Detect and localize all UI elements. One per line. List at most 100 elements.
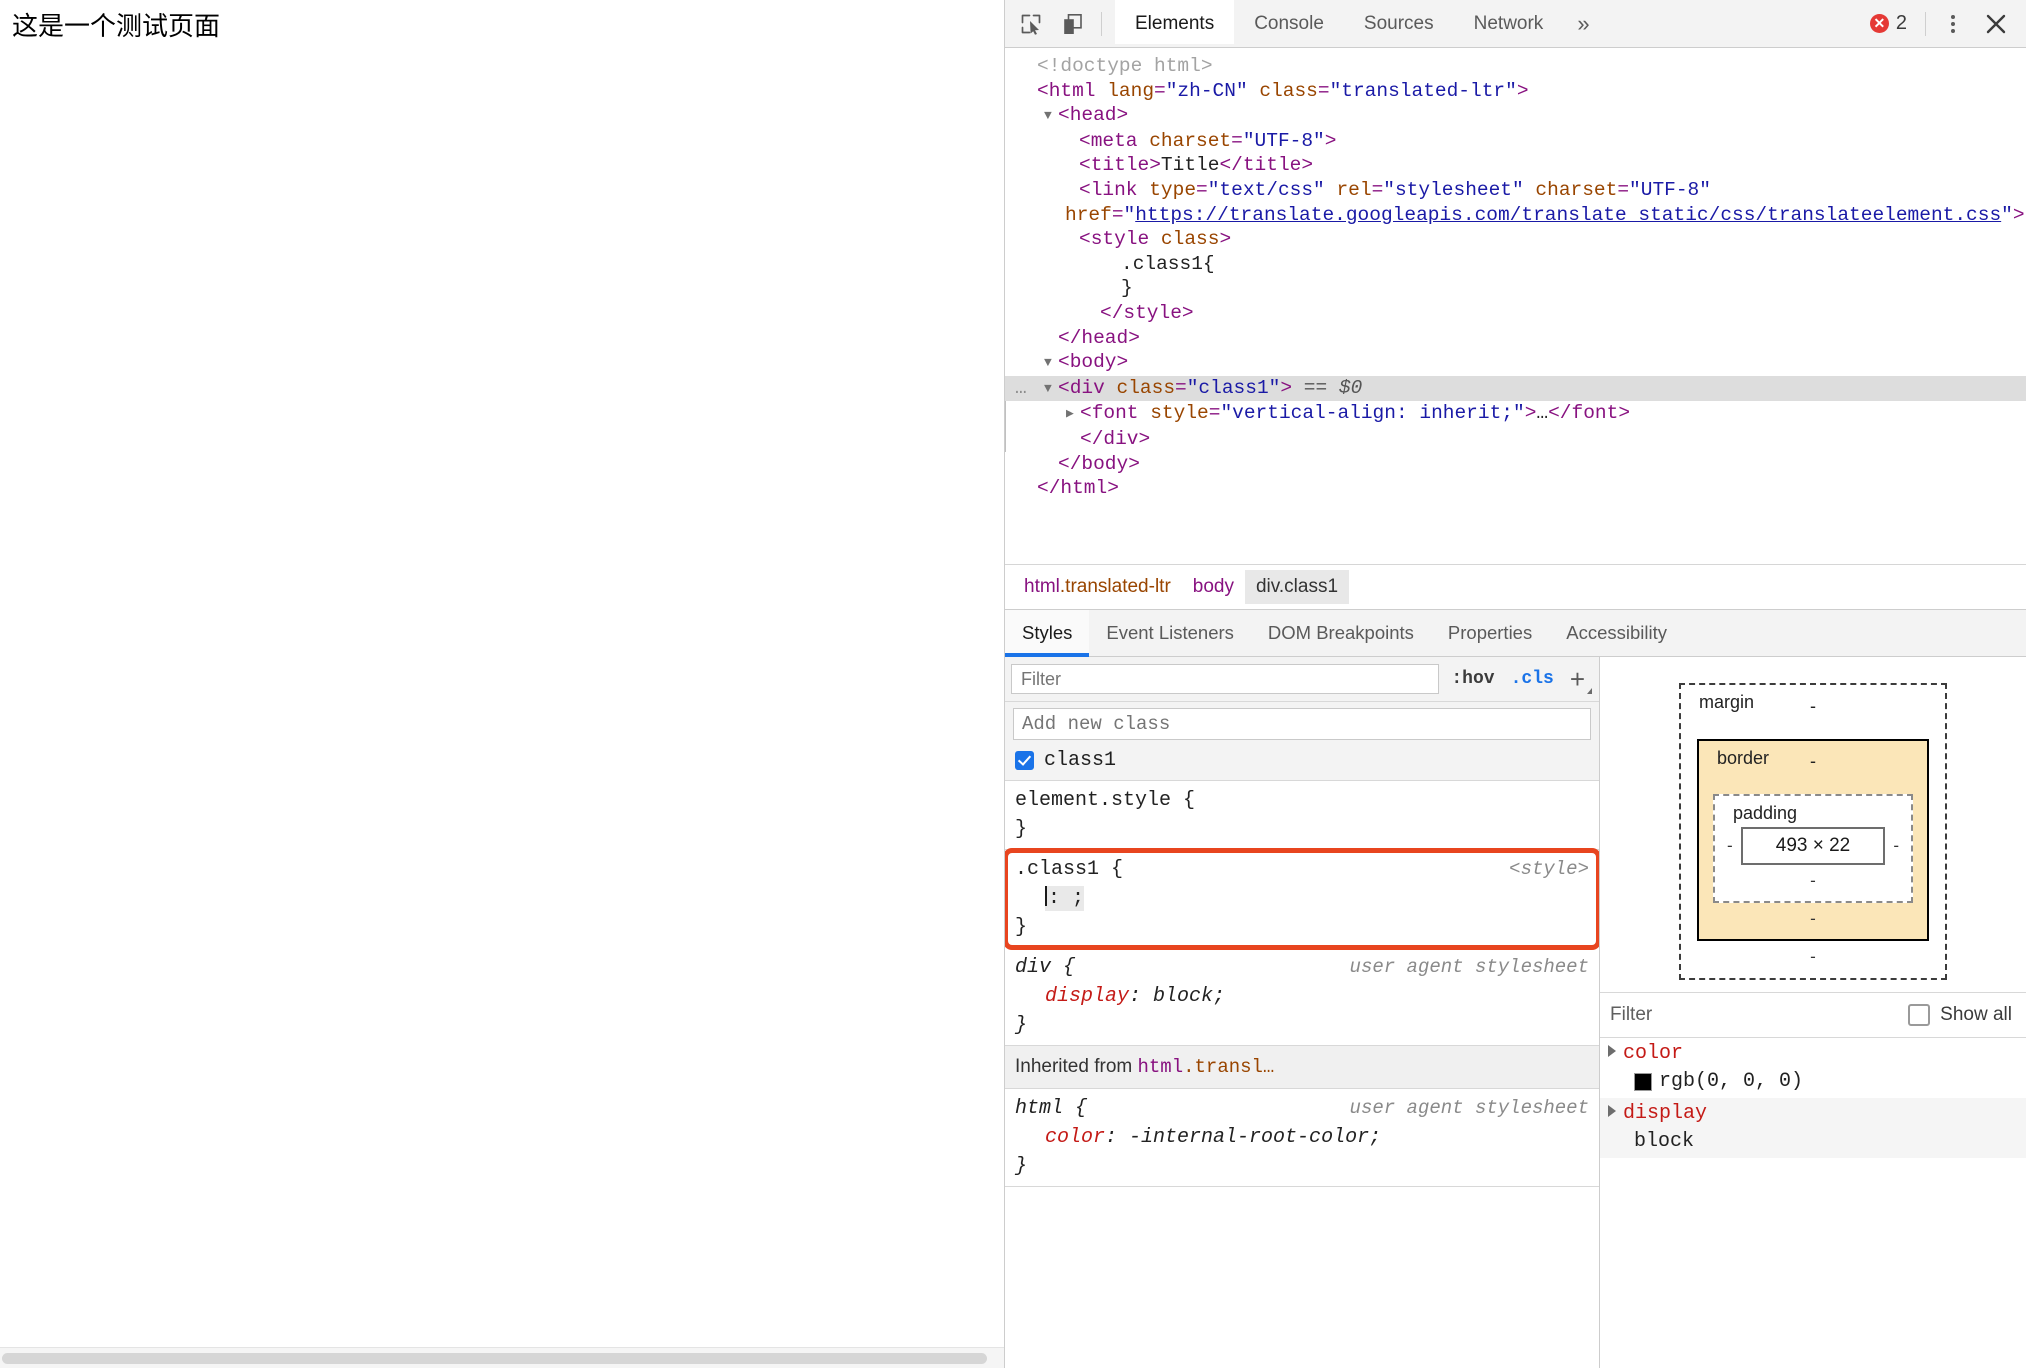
css-property-name[interactable]: display <box>1045 985 1129 1008</box>
dom-token: = <box>1196 178 1208 201</box>
box-model-padding-bottom-value: - <box>1810 871 1816 890</box>
css-rule[interactable]: html { user agent stylesheet color: -inter… <box>1005 1089 1599 1187</box>
css-property-name[interactable]: color <box>1045 1126 1105 1149</box>
dom-node[interactable]: <!doctype html> <box>1005 54 2026 79</box>
css-declaration[interactable]: : ; <box>1015 884 1589 913</box>
class-toggle-row[interactable]: class1 <box>1013 749 1591 772</box>
inherited-class[interactable]: .transl… <box>1183 1056 1274 1078</box>
computed-filter-input[interactable]: Filter <box>1610 1004 1652 1026</box>
computed-property-row[interactable]: display block <box>1600 1098 2026 1158</box>
dom-node[interactable]: </body> <box>1005 452 2026 477</box>
tab-sources[interactable]: Sources <box>1344 0 1454 47</box>
css-selector[interactable]: .class1 { <box>1015 855 1123 884</box>
chevron-right-icon[interactable]: ▶ <box>1066 402 1080 427</box>
computed-properties-list[interactable]: color rgb(0, 0, 0) display block <box>1600 1038 2026 1368</box>
css-rule-origin[interactable]: user agent stylesheet <box>1350 953 1589 982</box>
dom-token <box>1325 179 1337 201</box>
dom-node[interactable]: … ▼ <div class="class1"> == $0 <box>1005 375 2026 402</box>
css-declaration[interactable]: display: block; <box>1015 982 1589 1011</box>
customize-and-control-icon[interactable] <box>1936 7 1970 41</box>
css-rule-origin[interactable]: <style> <box>1509 855 1589 884</box>
css-rule-origin[interactable]: user agent stylesheet <box>1350 1094 1589 1123</box>
box-model-margin[interactable]: margin - border - padding - - 493 × 22 <box>1679 683 1947 980</box>
chevron-right-icon[interactable] <box>1608 1045 1616 1057</box>
dom-node[interactable]: ▼ <body> <box>1005 350 2026 376</box>
css-rule[interactable]: .class1 {<style>: ;} <box>1005 848 1599 950</box>
css-rules-list[interactable]: element.style {} .class1 {<style>: ;} div … <box>1005 781 1599 1368</box>
hov-toggle-button[interactable]: :hov <box>1447 669 1498 689</box>
page-horizontal-scrollbar[interactable] <box>0 1347 1004 1368</box>
dom-tree[interactable]: <!doctype html> <html lang="zh-CN" class=… <box>1005 48 2026 564</box>
styles-subtab-event-listeners[interactable]: Event Listeners <box>1089 610 1251 656</box>
dom-node[interactable]: <html lang="zh-CN" class="translated-ltr… <box>1005 79 2026 104</box>
styles-subtab-accessibility[interactable]: Accessibility <box>1549 610 1684 656</box>
css-declaration-editing[interactable]: : ; <box>1045 886 1085 911</box>
breadcrumb-item-html[interactable]: html.translated-ltr <box>1013 570 1182 604</box>
dom-node[interactable]: ▼ <head> <box>1005 103 2026 129</box>
css-property-value[interactable]: -internal-root-color; <box>1129 1126 1381 1149</box>
css-rule[interactable]: div { user agent stylesheet display: block… <box>1005 948 1599 1046</box>
dom-token: </ <box>1548 402 1572 425</box>
dom-node[interactable]: } <box>1005 276 2026 301</box>
dom-token: .class1{ <box>1121 252 1215 275</box>
computed-property-row[interactable]: color rgb(0, 0, 0) <box>1600 1038 2026 1098</box>
show-all-toggle[interactable]: Show all <box>1908 1004 2012 1026</box>
styles-subtab-properties[interactable]: Properties <box>1431 610 1549 656</box>
chevron-right-icon[interactable] <box>1608 1105 1616 1117</box>
stylesheet-link[interactable]: https://translate.googleapis.com/transla… <box>1135 204 2001 226</box>
dom-token <box>1096 80 1108 102</box>
dom-node[interactable]: <title>Title</title> <box>1005 153 2026 178</box>
dom-node[interactable]: <link type="text/css" rel="stylesheet" c… <box>1005 178 2026 227</box>
chevron-down-icon[interactable]: ▼ <box>1044 377 1058 402</box>
cls-toggle-button[interactable]: .cls <box>1507 669 1558 689</box>
breadcrumb-item-div[interactable]: div.class1 <box>1244 570 1350 604</box>
dom-token: html <box>1060 477 1108 500</box>
css-declaration[interactable]: color: -internal-root-color; <box>1015 1123 1589 1152</box>
dom-node[interactable]: .class1{ <box>1005 252 2026 277</box>
dom-node[interactable]: <meta charset="UTF-8"> <box>1005 129 2026 154</box>
device-toolbar-icon[interactable] <box>1054 5 1092 43</box>
dom-token: </ <box>1058 452 1082 475</box>
color-swatch[interactable] <box>1634 1073 1652 1091</box>
box-model-border[interactable]: border - padding - - 493 × 22 - - <box>1697 739 1929 941</box>
chevron-down-icon[interactable]: ▼ <box>1044 104 1058 129</box>
dom-node[interactable]: </head> <box>1005 326 2026 351</box>
inherited-tag[interactable]: html <box>1138 1056 1184 1078</box>
add-new-class-input[interactable] <box>1013 708 1591 740</box>
css-selector[interactable]: element.style { <box>1015 786 1195 815</box>
box-model-content-size[interactable]: 493 × 22 <box>1740 827 1886 865</box>
styles-filter-input[interactable] <box>1011 664 1440 694</box>
dom-node[interactable]: </div> <box>1005 426 2026 452</box>
css-property-value[interactable]: block; <box>1153 985 1225 1008</box>
dom-node[interactable]: ▶ <font style="vertical-align: inherit;">… <box>1005 401 2026 427</box>
styles-subtab-label: Accessibility <box>1566 622 1667 643</box>
dom-node[interactable]: </html> <box>1005 476 2026 501</box>
box-model-padding[interactable]: padding - - 493 × 22 - - <box>1713 794 1913 903</box>
dom-node[interactable]: <style class> <box>1005 227 2026 252</box>
tab-elements[interactable]: Elements <box>1115 0 1235 47</box>
breadcrumb-item-body[interactable]: body <box>1182 570 1245 604</box>
chevron-down-icon[interactable]: ▼ <box>1044 351 1058 376</box>
styles-subtab-dom-breakpoints[interactable]: DOM Breakpoints <box>1251 610 1431 656</box>
error-count-badge[interactable]: ✕ 2 <box>1862 12 1915 35</box>
screen-root: 这是一个测试页面 Elements Console Sources Networ… <box>0 0 2026 1368</box>
dom-node-gutter-ellipsis[interactable]: … <box>1015 376 1028 401</box>
inspect-element-icon[interactable] <box>1012 5 1050 43</box>
class-checkbox[interactable] <box>1015 751 1034 770</box>
styles-subtab-styles[interactable]: Styles <box>1005 610 1090 657</box>
more-tabs-icon[interactable]: » <box>1563 0 1603 47</box>
css-rule[interactable]: element.style {} <box>1005 781 1599 850</box>
css-selector[interactable]: html { <box>1015 1094 1087 1123</box>
class-editor: class1 <box>1005 702 1599 781</box>
dom-token: = <box>1617 178 1630 201</box>
scrollbar-thumb[interactable] <box>2 1353 987 1364</box>
show-all-checkbox[interactable] <box>1908 1004 1931 1026</box>
dom-token: > <box>1128 326 1140 349</box>
plus-glyph: + <box>1569 664 1585 694</box>
dom-node[interactable]: </style> <box>1005 301 2026 326</box>
css-selector[interactable]: div { <box>1015 953 1075 982</box>
new-style-rule-button[interactable]: + <box>1566 664 1593 694</box>
close-icon[interactable] <box>1976 4 2016 44</box>
tab-console[interactable]: Console <box>1234 0 1344 47</box>
tab-network[interactable]: Network <box>1454 0 1564 47</box>
